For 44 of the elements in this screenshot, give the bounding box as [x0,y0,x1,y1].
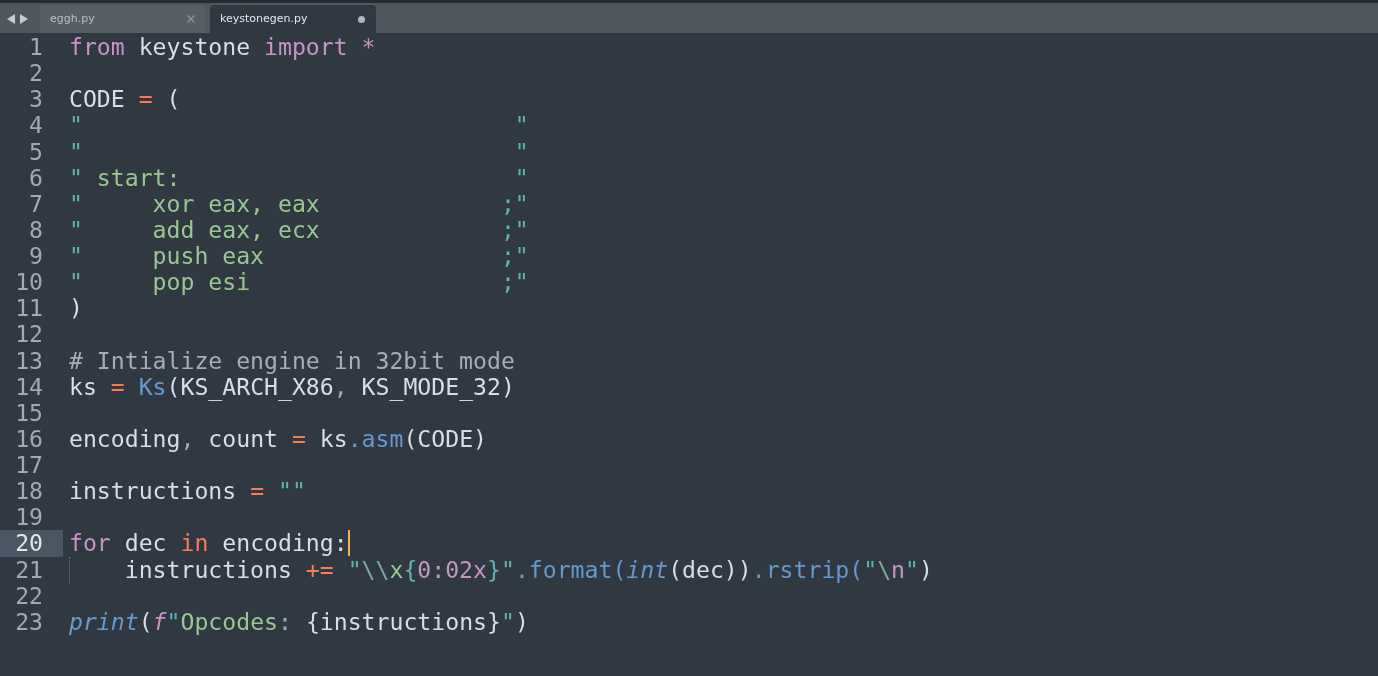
tab[interactable]: keystonegen.py [210,5,376,33]
line-number: 19 [14,504,44,531]
tab[interactable]: eggh.py [40,5,206,33]
code-line: print(f"Opcodes: {instructions}") [69,608,529,635]
code-line: CODE = ( [69,86,181,113]
line-number: 8 [28,216,44,243]
line-number: 21 [14,556,44,583]
code-line: " push eax ;" [69,243,529,270]
code-line: # Intialize engine in 32bit mode [69,347,515,374]
line-number: 13 [14,347,44,374]
line-number: 16 [14,425,44,452]
code-line: " add eax, ecx ;" [69,216,529,243]
code-line: " " [69,138,529,165]
line-number: 5 [28,138,44,165]
line-number: 6 [28,164,44,191]
line-number: 23 [14,608,44,635]
code-line: instructions += "\\x{0:02x}".format(int(dec)).rstrip("\n") [123,556,933,583]
line-number: 14 [14,373,44,400]
right-arrow-icon[interactable] [20,14,28,24]
line-number: 9 [28,243,44,270]
line-number: 20 [0,530,63,557]
code-line: ks = Ks(KS_ARCH_X86, KS_MODE_32) [69,373,515,400]
line-number: 7 [28,190,44,217]
line-number: 18 [14,478,44,505]
line-number: 1 [28,34,44,61]
line-number: 15 [14,399,44,426]
code-line: from keystone import * [69,34,376,61]
code-line: instructions = "" [69,478,306,505]
line-number: 2 [28,60,44,87]
line-number: 3 [28,86,44,113]
left-arrow-icon[interactable] [7,14,15,24]
code-line: " pop esi ;" [69,269,529,296]
code-line: " start: " [69,164,529,191]
line-number: 11 [14,295,44,322]
line-number: 10 [14,269,44,296]
code-line: encoding, count = ks.asm(CODE) [69,425,487,452]
line-number: 17 [14,452,44,479]
code-line: for dec in encoding: [69,530,348,557]
code-line: " xor eax, eax ;" [69,190,529,217]
line-number: 4 [28,112,44,139]
code-line: " " [69,112,529,139]
line-number: 12 [14,321,44,348]
code-line: ) [69,295,83,322]
line-number: 22 [14,582,44,609]
